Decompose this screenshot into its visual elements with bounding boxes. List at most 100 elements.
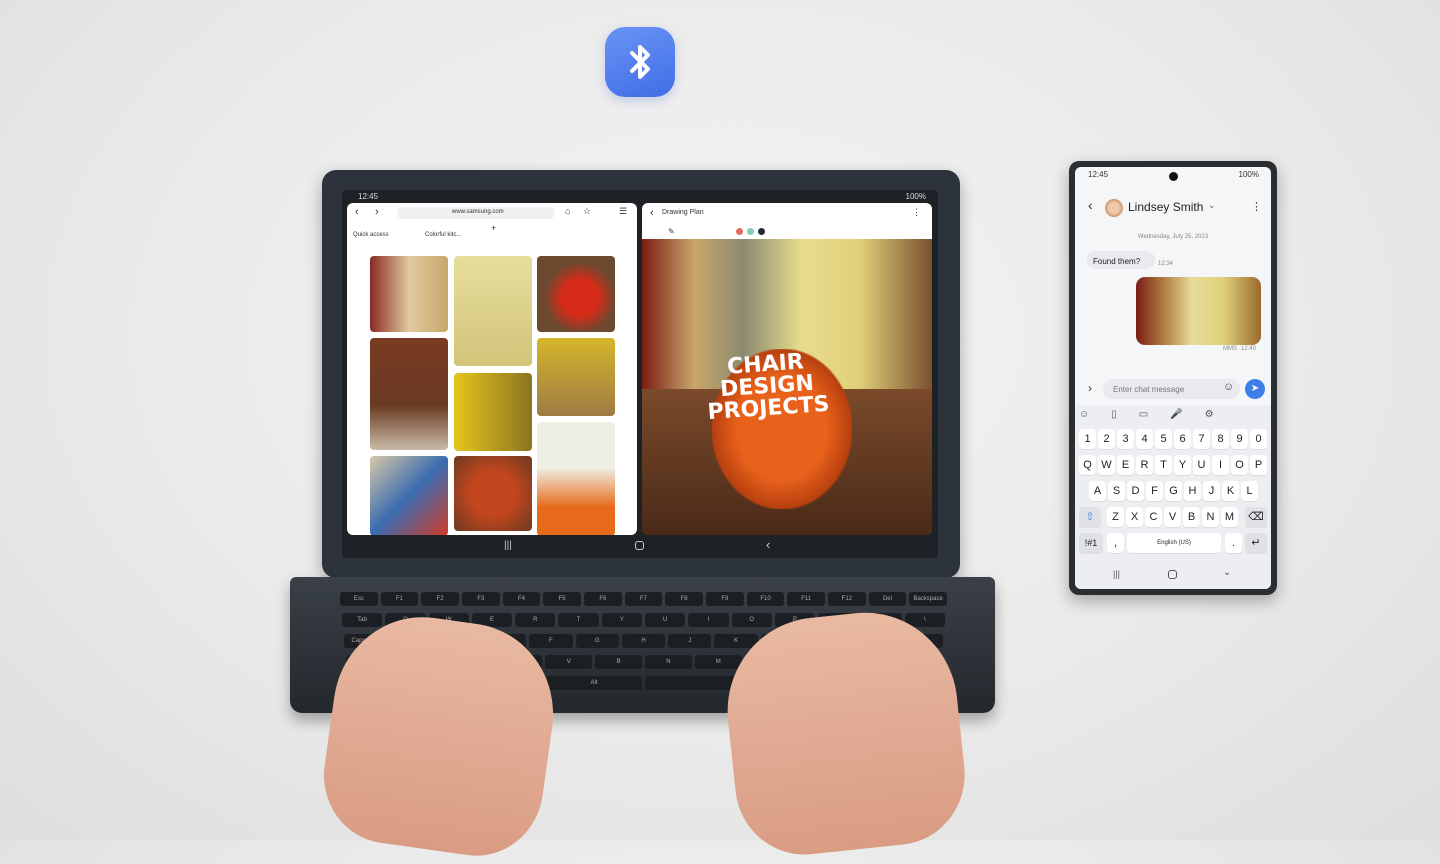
expand-icon[interactable]: › — [1088, 381, 1092, 395]
gallery-photo[interactable] — [454, 456, 532, 531]
keyboard-key[interactable]: F5 — [543, 592, 581, 606]
keyboard-key[interactable]: F9 — [706, 592, 744, 606]
gallery-photo[interactable] — [537, 256, 615, 332]
pen-color-red[interactable] — [736, 228, 743, 235]
recents-button[interactable]: ||| — [504, 540, 512, 551]
keyboard-key[interactable]: B — [595, 655, 642, 669]
keyboard-key[interactable]: H — [621, 634, 666, 648]
space-key[interactable]: English (US) — [1127, 533, 1221, 553]
keyboard-key[interactable]: R — [515, 613, 556, 627]
address-bar[interactable]: www.samsung.com — [397, 207, 555, 219]
phone-key[interactable]: M — [1221, 507, 1238, 527]
phone-key[interactable]: B — [1183, 507, 1200, 527]
phone-key[interactable]: 0 — [1250, 429, 1267, 449]
symbols-key[interactable]: !#1 — [1079, 533, 1103, 553]
phone-key[interactable]: V — [1164, 507, 1181, 527]
keyboard-key[interactable]: J — [668, 634, 712, 648]
keyboard-key[interactable]: Backspace — [909, 592, 947, 606]
shift-key[interactable]: ⇧ — [1079, 507, 1101, 527]
keyboard-toolbar[interactable]: ☺▯▭🎤⚙ — [1079, 409, 1267, 420]
chat-input[interactable]: Enter chat message — [1103, 379, 1240, 399]
back-icon[interactable]: ‹ — [650, 207, 654, 219]
gallery-photo[interactable] — [537, 422, 615, 535]
sent-photo-message[interactable] — [1136, 277, 1261, 345]
keyboard-key[interactable]: Y — [601, 613, 642, 627]
phone-key[interactable]: 3 — [1117, 429, 1134, 449]
new-tab-button[interactable]: + — [491, 223, 496, 233]
phone-key[interactable]: 5 — [1155, 429, 1172, 449]
home-icon[interactable]: ⌂ — [565, 206, 570, 216]
keyboard-key[interactable]: F8 — [665, 592, 703, 606]
phone-key[interactable]: I — [1212, 455, 1229, 475]
phone-key[interactable]: A — [1089, 481, 1106, 501]
comma-key[interactable]: , — [1107, 533, 1124, 553]
keyboard-key[interactable]: I — [688, 613, 729, 627]
phone-key[interactable]: Q — [1079, 455, 1096, 475]
keyboard-key[interactable]: F2 — [421, 592, 459, 606]
keyboard-key[interactable]: F3 — [462, 592, 500, 606]
keyboard-key[interactable]: O — [731, 613, 772, 627]
pen-icon[interactable]: ✎ — [668, 227, 675, 236]
tab-colorful-kitchen[interactable]: Colorful kitc... — [425, 223, 485, 238]
keyboard-key[interactable]: F1 — [380, 592, 419, 606]
back-icon[interactable]: ‹ — [1088, 197, 1093, 213]
phone-key[interactable]: R — [1136, 455, 1153, 475]
chevron-down-icon[interactable]: ⌄ — [1208, 200, 1216, 211]
phone-key[interactable]: 8 — [1212, 429, 1229, 449]
phone-key[interactable]: Y — [1174, 455, 1191, 475]
phone-key[interactable]: 2 — [1098, 429, 1115, 449]
keyboard-key[interactable]: U — [645, 613, 686, 627]
phone-key[interactable]: N — [1202, 507, 1219, 527]
keyboard-key[interactable]: F7 — [624, 592, 663, 606]
keyboard-key[interactable]: N — [645, 655, 692, 669]
phone-key[interactable]: K — [1222, 481, 1239, 501]
keyboard-key[interactable]: Del — [868, 592, 907, 606]
send-button[interactable]: ➤ — [1245, 379, 1265, 399]
home-button[interactable] — [635, 541, 644, 550]
phone-key[interactable]: J — [1203, 481, 1220, 501]
keyboard-key[interactable]: G — [575, 634, 619, 648]
phone-key[interactable]: H — [1184, 481, 1201, 501]
forward-icon[interactable]: › — [375, 206, 379, 218]
menu-icon[interactable]: ☰ — [619, 206, 627, 217]
keyboard-key[interactable]: Tab — [342, 613, 383, 627]
phone-key[interactable]: F — [1146, 481, 1163, 501]
keyboard-key[interactable]: T — [558, 613, 599, 627]
phone-key[interactable]: Z — [1107, 507, 1124, 527]
gallery-photo[interactable] — [454, 256, 532, 366]
period-key[interactable]: . — [1225, 533, 1242, 553]
phone-key[interactable]: 6 — [1174, 429, 1191, 449]
emoji-icon[interactable]: ☺ — [1223, 381, 1234, 393]
backspace-key[interactable]: ⌫ — [1245, 507, 1267, 527]
phone-key[interactable]: U — [1193, 455, 1210, 475]
recents-button[interactable]: ||| — [1113, 569, 1120, 579]
pen-color-navy[interactable] — [758, 228, 765, 235]
more-icon[interactable]: ⋮ — [912, 207, 921, 218]
phone-key[interactable]: W — [1098, 455, 1115, 475]
gallery-photo[interactable] — [370, 456, 448, 535]
phone-key[interactable]: P — [1250, 455, 1267, 475]
keyboard-key[interactable]: F6 — [584, 592, 622, 606]
avatar[interactable] — [1105, 199, 1123, 217]
enter-key[interactable]: ↵ — [1245, 533, 1267, 553]
phone-key[interactable]: 4 — [1136, 429, 1153, 449]
phone-key[interactable]: O — [1231, 455, 1248, 475]
keyboard-key[interactable]: F11 — [787, 592, 825, 606]
pen-color-mint[interactable] — [747, 228, 754, 235]
gallery-photo[interactable] — [537, 338, 615, 416]
gallery-photo[interactable] — [370, 256, 448, 332]
phone-key[interactable]: X — [1126, 507, 1143, 527]
keyboard-key[interactable]: V — [545, 655, 593, 669]
home-button[interactable] — [1168, 570, 1177, 579]
keyboard-key[interactable]: M — [694, 655, 742, 669]
keyboard-key[interactable]: Esc — [340, 592, 378, 606]
phone-key[interactable]: L — [1241, 481, 1258, 501]
received-message[interactable]: Found them? — [1087, 251, 1155, 269]
hide-keyboard-icon[interactable]: ⌄ — [1223, 567, 1231, 578]
back-icon[interactable]: ‹ — [355, 206, 359, 218]
phone-key[interactable]: T — [1155, 455, 1172, 475]
phone-key[interactable]: D — [1127, 481, 1144, 501]
keyboard-key[interactable]: Alt — [546, 676, 642, 690]
phone-key[interactable]: E — [1117, 455, 1134, 475]
keyboard-key[interactable]: F10 — [746, 592, 785, 606]
